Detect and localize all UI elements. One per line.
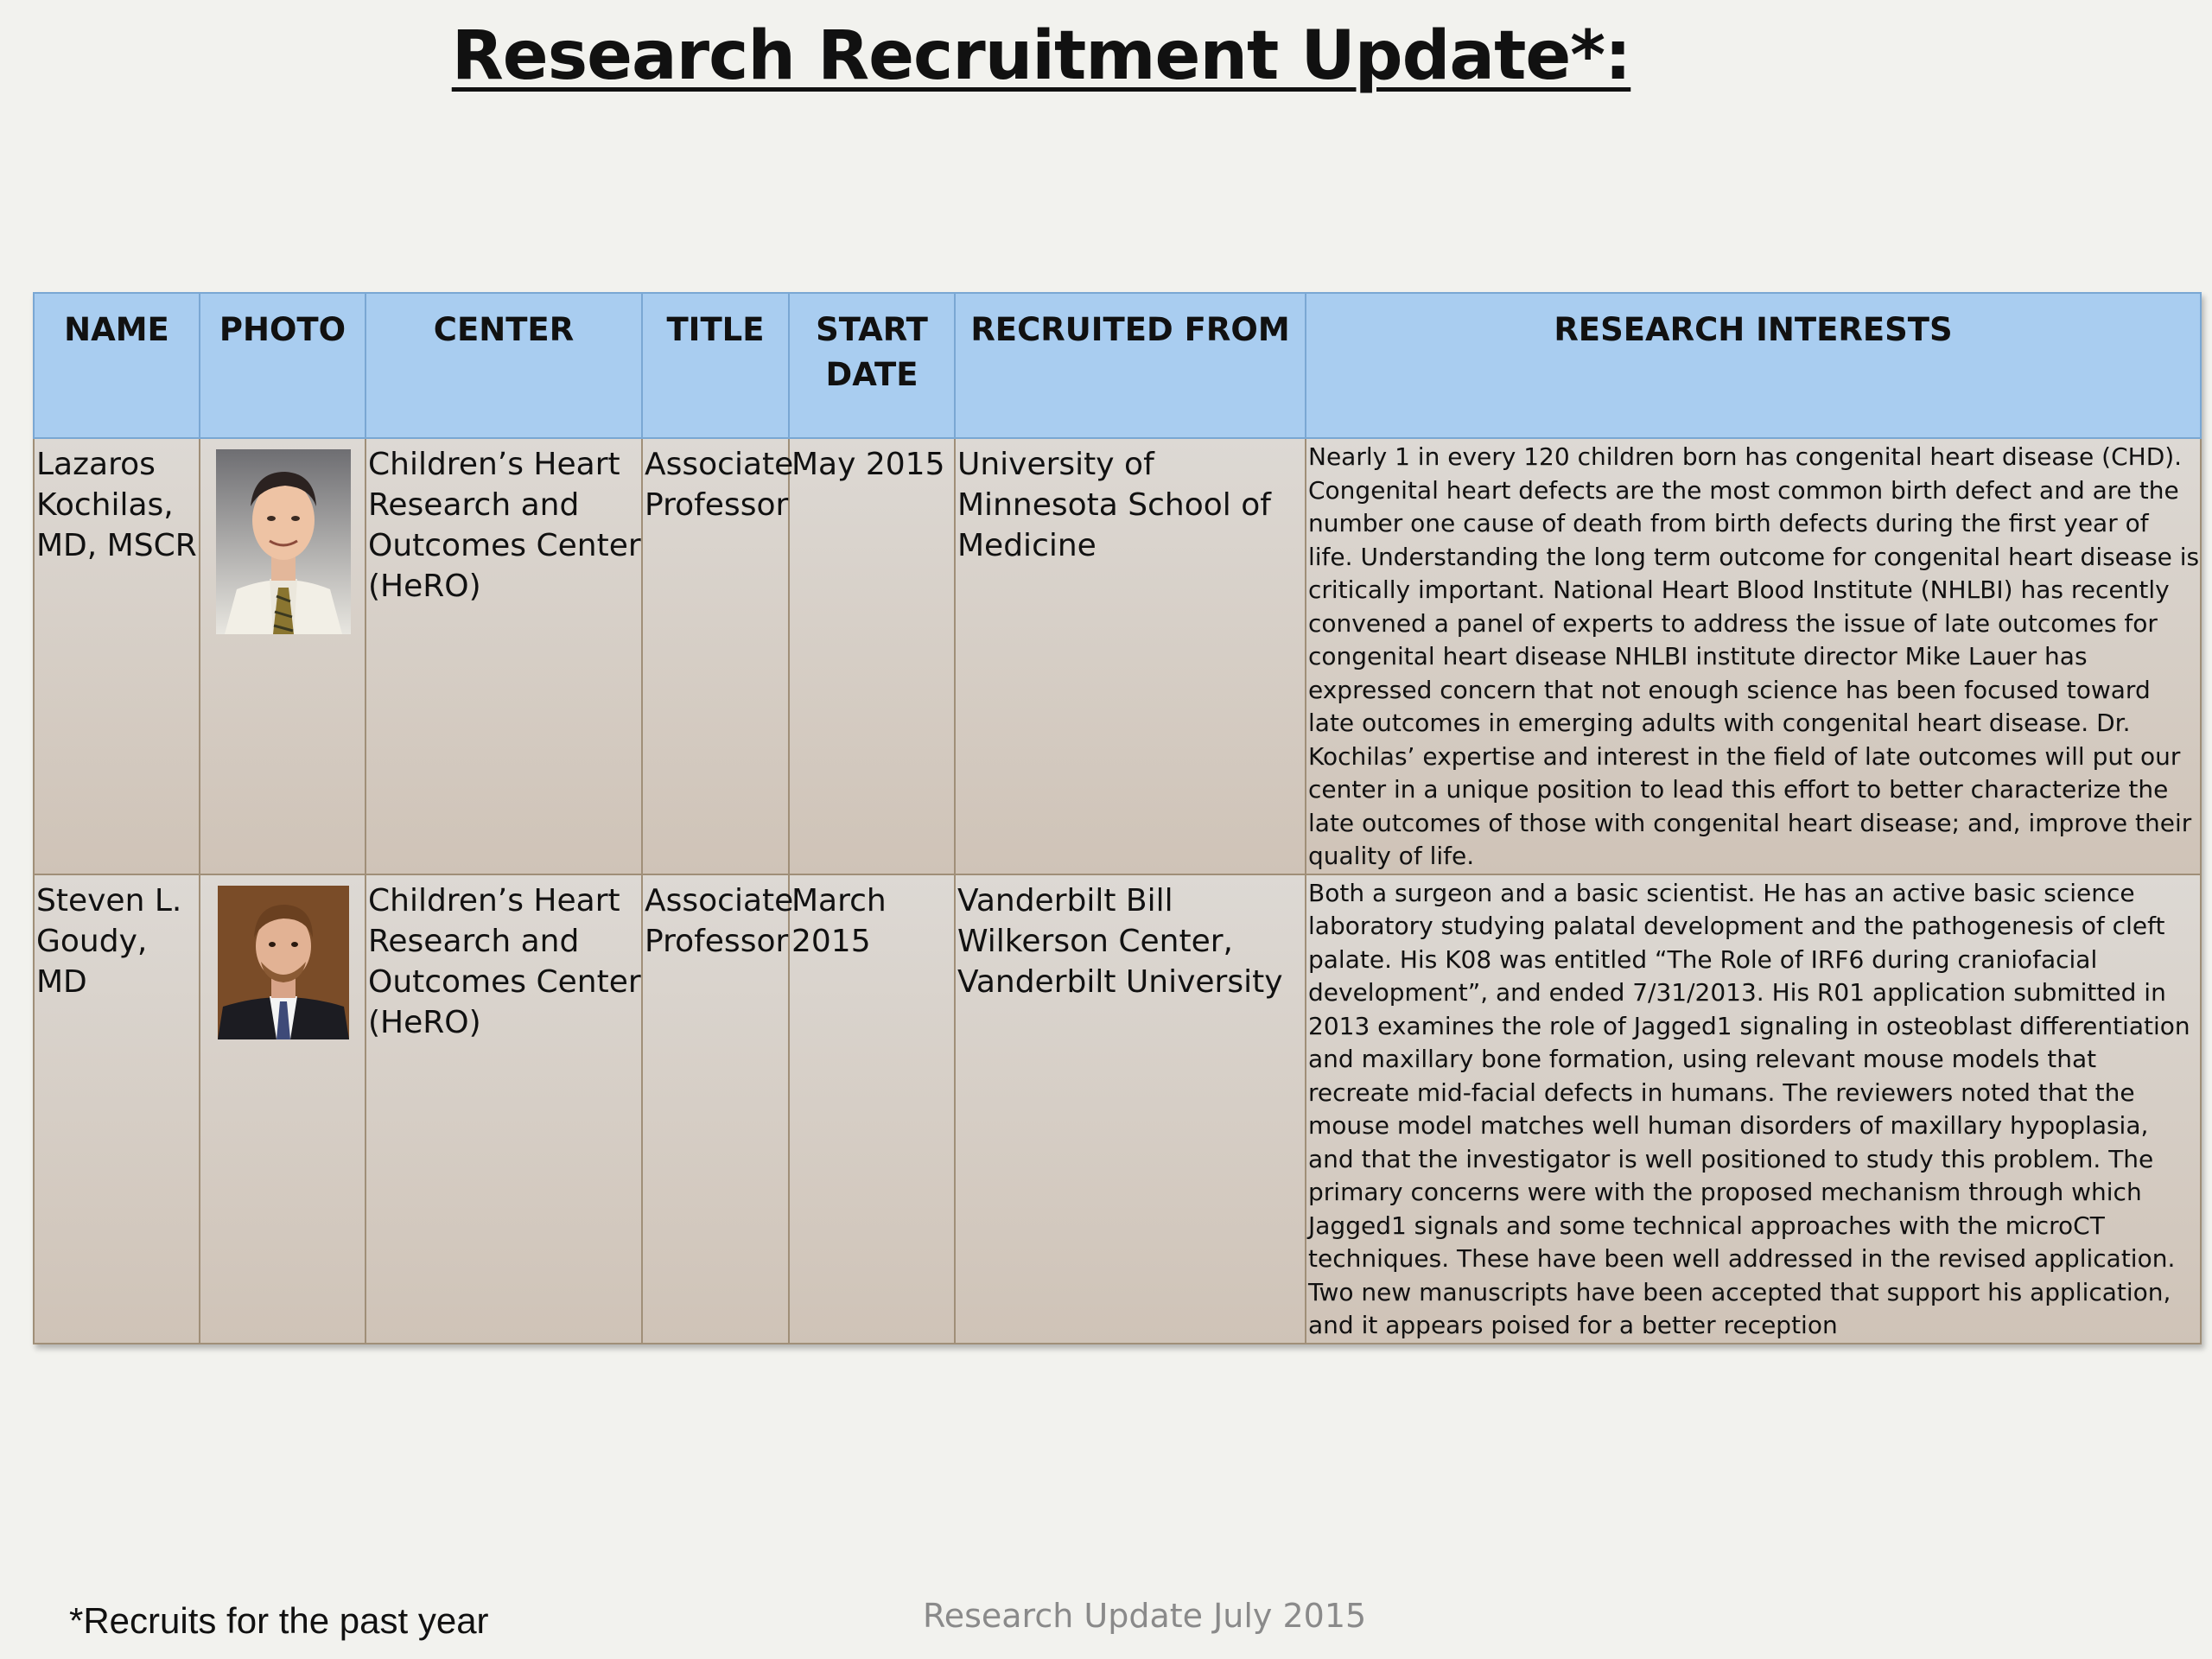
header-name: NAME xyxy=(33,292,200,439)
header-row: NAME PHOTO CENTER TITLE START DATE RECRU… xyxy=(33,292,2202,439)
slide-title: Research Recruitment Update*: xyxy=(0,17,2082,95)
cell-name: Steven L. Goudy, MD xyxy=(33,873,200,1344)
header-center: CENTER xyxy=(365,292,643,439)
cell-photo xyxy=(199,437,366,875)
header-title: TITLE xyxy=(641,292,790,439)
cell-research-interests: Both a surgeon and a basic scientist. He… xyxy=(1305,873,2202,1344)
cell-recruited-from: University of Minnesota School of Medici… xyxy=(954,437,1306,875)
header-research-interests: RESEARCH INTERESTS xyxy=(1305,292,2202,439)
cell-start-date: May 2015 xyxy=(788,437,956,875)
table-row: Steven L. Goudy, MD Children’s Heart Res… xyxy=(33,873,2202,1344)
header-start-date: START DATE xyxy=(788,292,956,439)
cell-name: Lazaros Kochilas, MD, MSCR xyxy=(33,437,200,875)
portrait-photo-icon xyxy=(216,449,351,645)
cell-recruited-from: Vanderbilt Bill Wilkerson Center, Vander… xyxy=(954,873,1306,1344)
portrait-photo-icon xyxy=(218,885,349,1050)
cell-photo xyxy=(199,873,366,1344)
cell-title: Associate Professor xyxy=(641,873,793,1344)
slide-footer: Research Update July 2015 xyxy=(923,1597,1367,1635)
table-header: NAME PHOTO CENTER TITLE START DATE RECRU… xyxy=(33,292,2202,439)
slide-title-text: Research Recruitment Update*: xyxy=(451,17,1631,95)
recruitment-table: NAME PHOTO CENTER TITLE START DATE RECRU… xyxy=(33,292,2202,1344)
cell-center: Children’s Heart Research and Outcomes C… xyxy=(365,873,643,1344)
table-row: Lazaros Kochilas, MD, MSCR Children’s He… xyxy=(33,437,2202,875)
cell-start-date: March 2015 xyxy=(788,873,956,1344)
cell-research-interests: Nearly 1 in every 120 children born has … xyxy=(1305,437,2202,875)
header-recruited-from: RECRUITED FROM xyxy=(954,292,1306,439)
cell-title: Associate Professor xyxy=(641,437,793,875)
header-photo: PHOTO xyxy=(199,292,366,439)
cell-center: Children’s Heart Research and Outcomes C… xyxy=(365,437,643,875)
footnote: *Recruits for the past year xyxy=(69,1600,489,1641)
